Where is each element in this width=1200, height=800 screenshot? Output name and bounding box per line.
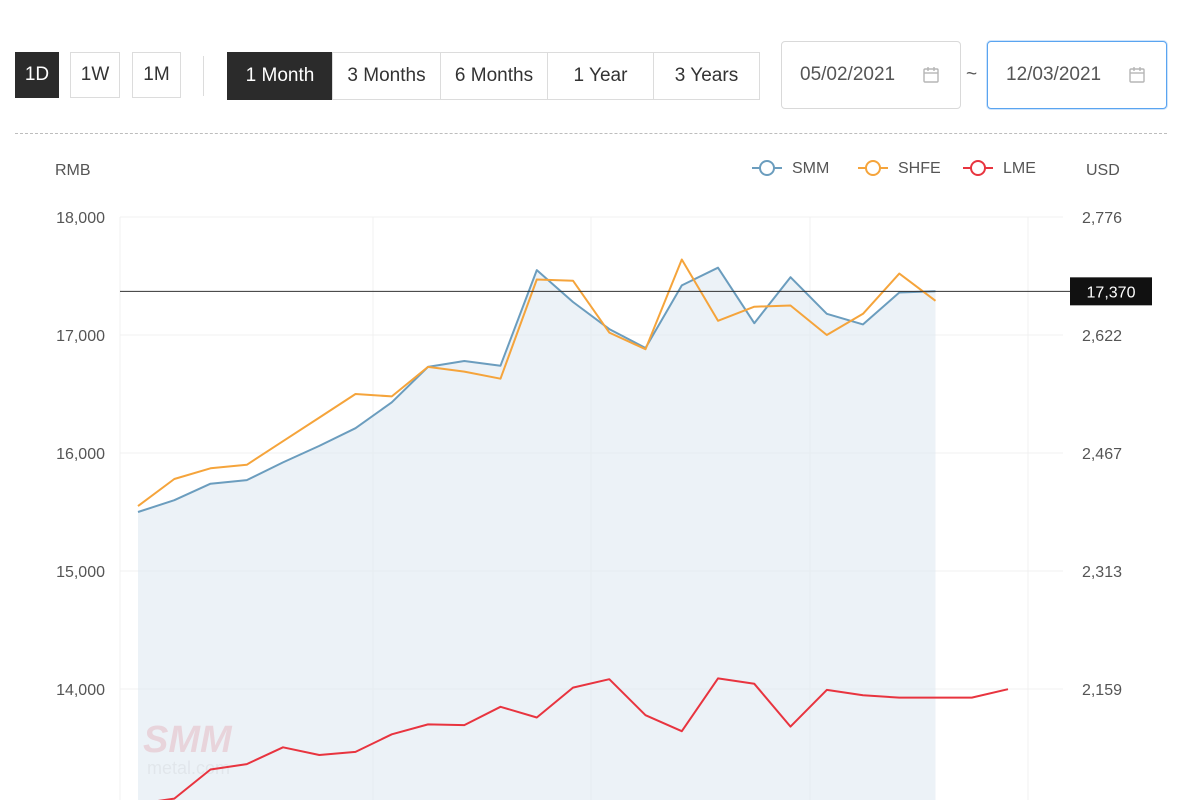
toolbar-divider-line [15, 133, 1167, 134]
date-from-value: 05/02/2021 [800, 64, 896, 85]
y2-tick-label: 2,159 [1082, 682, 1122, 699]
y2-tick-label: 2,313 [1082, 564, 1122, 581]
legend[interactable]: SMM SHFE LME [752, 160, 1036, 177]
crosshair: 17,370 [120, 277, 1152, 306]
y-tick-label: 16,000 [56, 446, 105, 463]
crosshair-label: 17,370 [1087, 284, 1136, 301]
legend-label: SMM [792, 160, 829, 177]
range-3-years-button[interactable]: 3 Years [653, 52, 760, 100]
interval-1w-button[interactable]: 1W [70, 52, 120, 98]
legend-item-lme[interactable]: LME [963, 160, 1036, 177]
legend-label: LME [1003, 160, 1036, 177]
y-tick-label: 15,000 [56, 564, 105, 581]
range-1-month-button[interactable]: 1 Month [227, 52, 333, 100]
left-axis-unit: RMB [55, 162, 91, 179]
range-selector: 1 Month 3 Months 6 Months 1 Year 3 Years [227, 52, 760, 100]
date-separator: ~ [966, 64, 978, 85]
y2-tick-label: 2,467 [1082, 446, 1122, 463]
y2-tick-label: 2,776 [1082, 210, 1122, 227]
range-6-months-button[interactable]: 6 Months [440, 52, 548, 100]
interval-1d-button[interactable]: 1D [15, 52, 59, 98]
range-3-months-button[interactable]: 3 Months [332, 52, 441, 100]
series-area-smm [138, 267, 936, 800]
y-tick-label: 18,000 [56, 210, 105, 227]
range-1-year-button[interactable]: 1 Year [547, 52, 654, 100]
svg-text:SMM: SMM [143, 719, 233, 761]
y-tick-label: 14,000 [56, 682, 105, 699]
price-chart: SMM metal.com 18,000 2,77617,000 2,62216,0… [55, 160, 1152, 800]
calendar-icon [1129, 67, 1145, 83]
date-from-input[interactable]: 05/02/2021 [781, 41, 961, 109]
legend-item-shfe[interactable]: SHFE [858, 160, 941, 177]
right-axis-unit: USD [1086, 162, 1120, 179]
calendar-icon [923, 67, 939, 83]
interval-1m-button[interactable]: 1M [132, 52, 181, 98]
toolbar-divider [203, 56, 204, 96]
y-tick-label: 17,000 [56, 328, 105, 345]
date-to-input[interactable]: 12/03/2021 [987, 41, 1167, 109]
legend-label: SHFE [898, 160, 941, 177]
area-fill [138, 267, 936, 800]
date-to-value: 12/03/2021 [1006, 64, 1102, 85]
legend-item-smm[interactable]: SMM [752, 160, 829, 177]
y2-tick-label: 2,622 [1082, 328, 1122, 345]
toolbar: 1D 1W 1M 1 Month 3 Months 6 Months 1 Yea… [0, 0, 1200, 130]
